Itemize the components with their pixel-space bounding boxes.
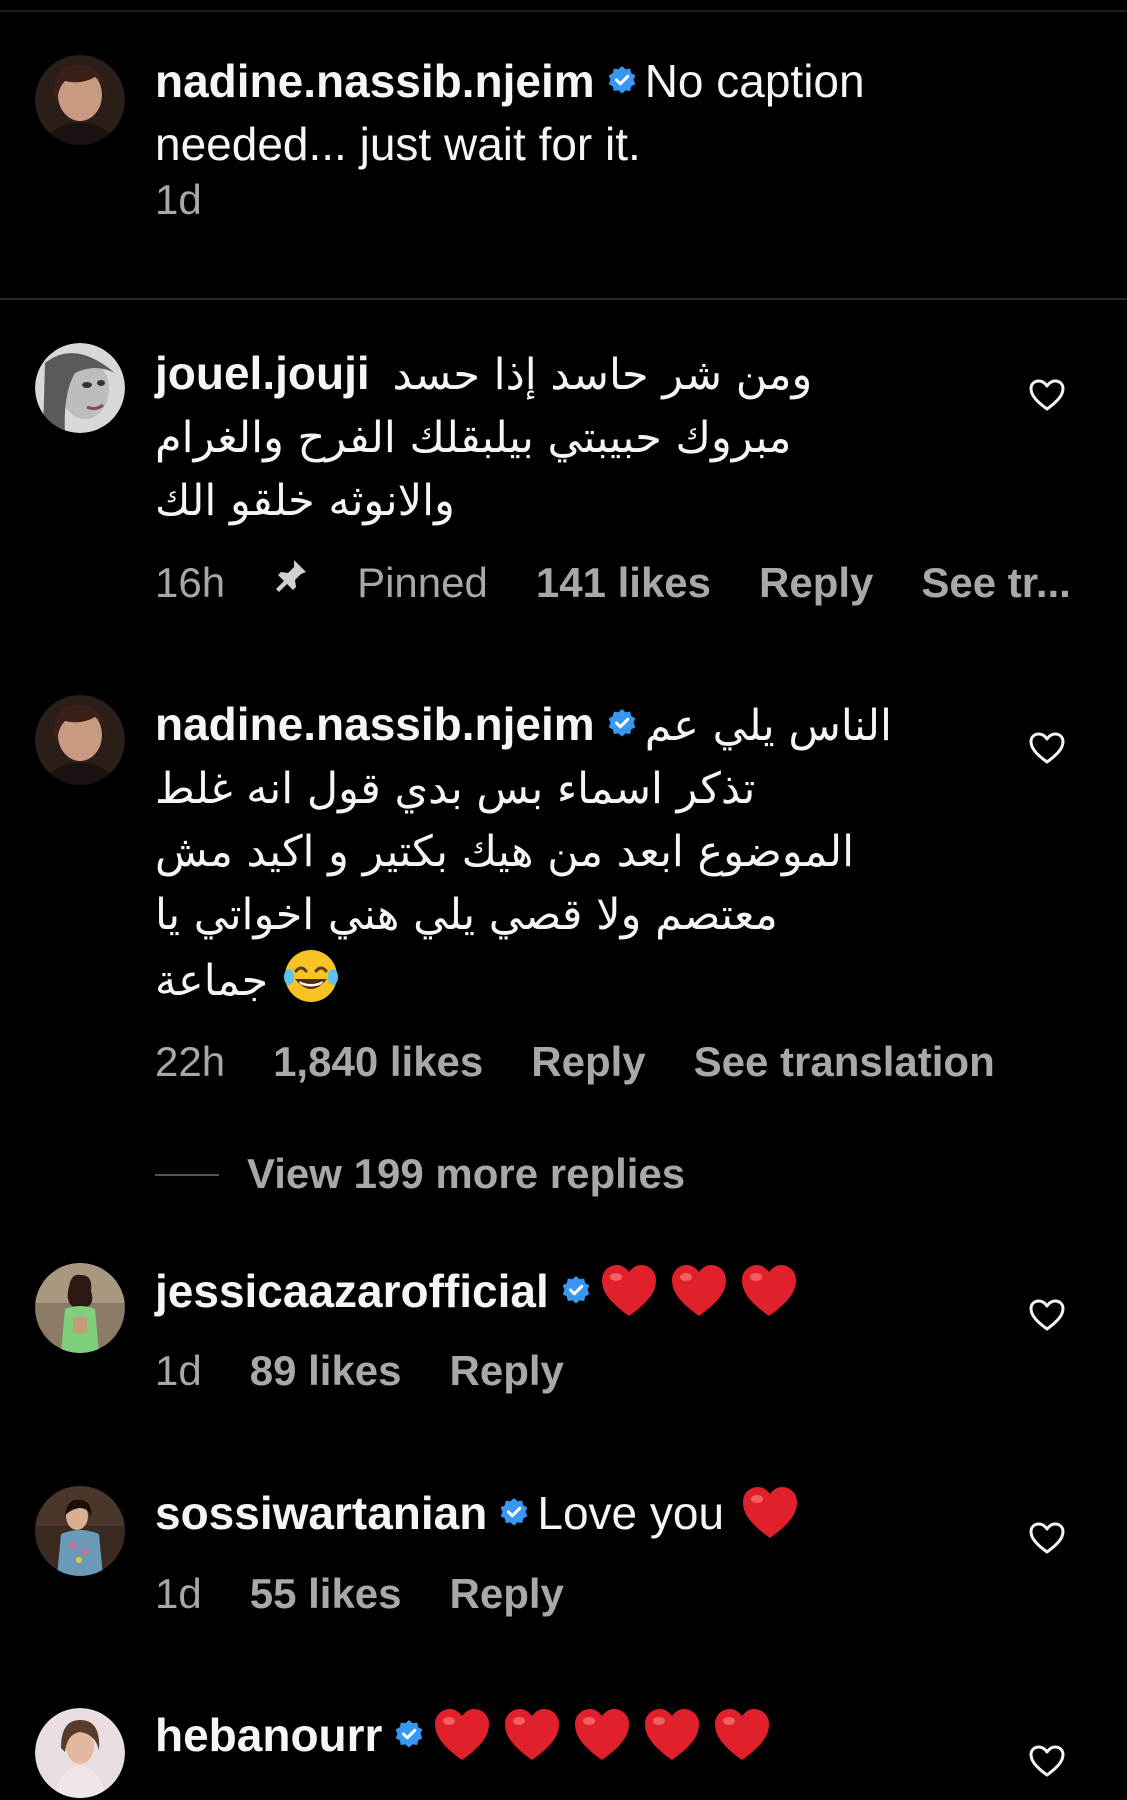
like-heart-icon[interactable] — [1028, 1521, 1066, 1555]
red-heart-emoji-icon — [669, 1263, 729, 1319]
comment-body: hebanourr — [155, 1704, 1035, 1767]
reply-button[interactable]: Reply — [531, 1038, 645, 1085]
red-heart-emoji-icon — [739, 1263, 799, 1319]
caption-meta: 1d — [155, 176, 250, 224]
comment-username[interactable]: jouel.jouji — [155, 347, 370, 399]
like-heart-icon[interactable] — [1028, 1298, 1066, 1332]
verified-badge-icon — [499, 1497, 529, 1527]
comment-text-line: الموضوع ابعد من هيك بكتير و اكيد مش — [155, 827, 855, 877]
avatar-nadine[interactable] — [35, 695, 125, 785]
view-more-replies-button[interactable]: View 199 more replies — [155, 1150, 685, 1198]
verified-badge-icon — [607, 708, 637, 738]
comment-meta: 1d 89 likes Reply — [155, 1347, 612, 1395]
pin-icon — [273, 557, 309, 593]
see-translation-button[interactable]: See translation — [694, 1038, 995, 1085]
comment-time: 22h — [155, 1038, 226, 1085]
red-heart-emoji-icon — [712, 1707, 772, 1763]
comment-text: Love you — [537, 1487, 725, 1539]
comment-time: 16h — [155, 559, 226, 606]
laughing-emoji-icon — [282, 947, 340, 1005]
avatar-jessica[interactable] — [35, 1263, 125, 1353]
comment-body: sossiwartanian Love you — [155, 1482, 1035, 1545]
top-divider — [0, 10, 1127, 12]
section-divider — [0, 298, 1127, 300]
caption-time: 1d — [155, 176, 202, 223]
avatar-jouel[interactable] — [35, 343, 125, 433]
comment-text-line: جماعة — [155, 956, 269, 1006]
caption-username[interactable]: nadine.nassib.njeim — [155, 55, 595, 107]
likes-count[interactable]: 141 likes — [536, 559, 711, 606]
comment-text-line: معتصم ولا قصي يلي هني اخواتي يا — [155, 890, 778, 940]
comment-body: jessicaazarofficial — [155, 1260, 1035, 1323]
red-heart-emoji-icon — [599, 1263, 659, 1319]
replies-line — [155, 1174, 219, 1176]
red-heart-emoji-icon — [572, 1707, 632, 1763]
comment-text-line: ومن شر حاسد إذا حسد — [392, 350, 813, 400]
red-heart-emoji-icon — [740, 1485, 800, 1541]
verified-badge-icon — [561, 1275, 591, 1305]
comment-username[interactable]: nadine.nassib.njeim — [155, 698, 595, 750]
caption-text-line2: needed... just wait for it. — [155, 118, 641, 170]
reply-button[interactable]: Reply — [450, 1570, 564, 1617]
avatar-heba[interactable] — [35, 1708, 125, 1798]
likes-count[interactable]: 55 likes — [250, 1570, 402, 1617]
comment-text-line: تذكر اسماء بس بدي قول انه غلط — [155, 764, 756, 814]
comment-text-line: مبروك حبيبتي بيلبقلك الفرح والغرام — [155, 413, 792, 463]
comment-meta: 1d 55 likes Reply — [155, 1570, 612, 1618]
verified-badge-icon — [607, 65, 637, 95]
like-heart-icon[interactable] — [1028, 731, 1066, 765]
comment-time: 1d — [155, 1347, 202, 1394]
comment-username[interactable]: sossiwartanian — [155, 1487, 487, 1539]
avatar-sossi[interactable] — [35, 1486, 125, 1576]
comment-meta: 16h Pinned 141 likes Reply See tr... — [155, 557, 1119, 607]
caption-text-line1: No caption — [644, 55, 865, 107]
comment-text-line: الناس يلي عم — [644, 701, 892, 751]
comment-username[interactable]: hebanourr — [155, 1709, 382, 1761]
like-heart-icon[interactable] — [1028, 1744, 1066, 1778]
see-translation-button[interactable]: See tr... — [921, 559, 1070, 606]
comment-time: 1d — [155, 1570, 202, 1617]
view-replies-label: View 199 more replies — [247, 1150, 686, 1197]
reply-button[interactable]: Reply — [759, 559, 873, 606]
likes-count[interactable]: 1,840 likes — [273, 1038, 483, 1085]
comment-text-line: والانوثه خلقو الك — [155, 476, 455, 526]
pinned-label: Pinned — [357, 559, 488, 606]
comment-username[interactable]: jessicaazarofficial — [155, 1265, 549, 1317]
avatar-nadine[interactable] — [35, 55, 125, 145]
comment-body: nadine.nassib.njeim الناس يلي عم تذكر اسم… — [155, 693, 1035, 1013]
like-heart-icon[interactable] — [1028, 378, 1066, 412]
red-heart-emoji-icon — [502, 1707, 562, 1763]
reply-button[interactable]: Reply — [450, 1347, 564, 1394]
comment-meta: 22h 1,840 likes Reply See translation — [155, 1038, 1043, 1086]
red-heart-emoji-icon — [432, 1707, 492, 1763]
likes-count[interactable]: 89 likes — [250, 1347, 402, 1394]
comment-body: jouel.jouji ومن شر حاسد إذا حسد مبروك حب… — [155, 342, 1035, 533]
red-heart-emoji-icon — [642, 1707, 702, 1763]
verified-badge-icon — [394, 1719, 424, 1749]
caption-body: nadine.nassib.njeim No caption needed... … — [155, 50, 1035, 176]
